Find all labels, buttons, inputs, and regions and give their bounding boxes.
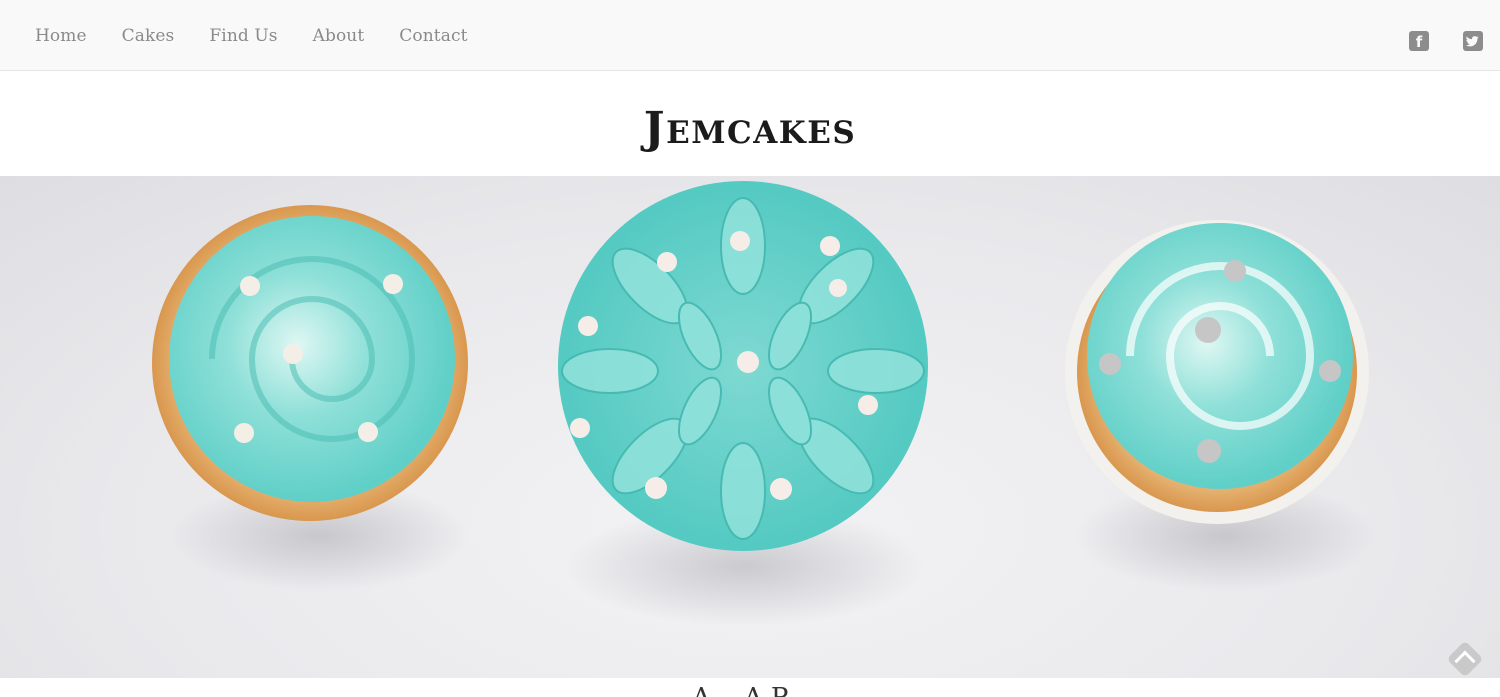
main-nav: Home Cakes Find Us About Contact (35, 0, 503, 71)
cupcakes-photo (152, 181, 1375, 626)
nav-home-link[interactable]: Home (35, 26, 87, 46)
site-title[interactable]: Jemcakes (0, 106, 1500, 152)
hero-image (0, 176, 1500, 678)
nav-about-link[interactable]: About (313, 26, 365, 46)
nav-contact-link[interactable]: Contact (399, 26, 467, 46)
social-links: f (1375, 31, 1483, 51)
nav-cakes-link[interactable]: Cakes (122, 26, 175, 46)
twitter-icon[interactable] (1463, 31, 1483, 51)
section-heading: A... A P... (0, 684, 1500, 697)
nav-find-us-link[interactable]: Find Us (209, 26, 277, 46)
top-navigation-bar: Home Cakes Find Us About Contact f (0, 0, 1500, 71)
cupcake-middle (558, 181, 928, 551)
cupcake-right (1065, 220, 1369, 524)
cupcake-left (152, 205, 468, 521)
twitter-bird-glyph (1466, 36, 1479, 47)
facebook-icon[interactable]: f (1409, 31, 1429, 51)
